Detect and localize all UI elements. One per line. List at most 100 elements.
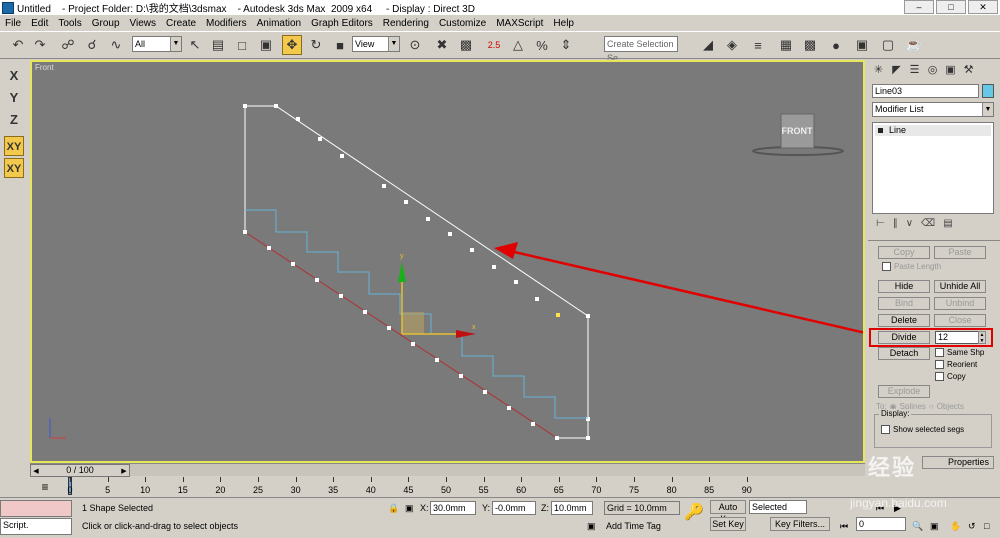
show-selected-segs-checkbox[interactable]: Show selected segs: [881, 425, 964, 434]
menu-customize[interactable]: Customize: [434, 18, 491, 29]
menu-help[interactable]: Help: [548, 18, 579, 29]
vertex[interactable]: [387, 326, 391, 330]
zoom-all-icon[interactable]: ▣: [930, 519, 939, 533]
vertex[interactable]: [411, 342, 415, 346]
axis-xy-button[interactable]: XY: [4, 136, 24, 156]
vertex[interactable]: [507, 406, 511, 410]
go-to-start-icon[interactable]: ⏮: [876, 501, 884, 515]
time-slider-track[interactable]: ◀ 0 / 100 ▶: [30, 463, 865, 477]
remove-modifier-icon[interactable]: ⌫: [921, 218, 935, 234]
vertex[interactable]: [483, 390, 487, 394]
select-link-icon[interactable]: ☍: [58, 35, 78, 55]
menu-file[interactable]: File: [0, 18, 26, 29]
paste-button[interactable]: Paste: [934, 246, 986, 259]
key-mode-selection-dropdown[interactable]: Selected: [749, 500, 807, 514]
viewcube[interactable]: FRONT: [752, 113, 844, 156]
minimize-button[interactable]: –: [904, 0, 934, 14]
vertex[interactable]: [448, 232, 452, 236]
explode-button[interactable]: Explode: [878, 385, 930, 398]
material-editor-icon[interactable]: ●: [826, 35, 846, 55]
app-icon[interactable]: [2, 1, 14, 14]
display-tab-icon[interactable]: ▣: [942, 62, 959, 79]
bind-space-warp-icon[interactable]: ∿: [106, 35, 126, 55]
delete-button[interactable]: Delete: [878, 314, 930, 327]
window-crossing-icon[interactable]: ▣: [256, 35, 276, 55]
vertex[interactable]: [315, 278, 319, 282]
vertex[interactable]: [296, 117, 300, 121]
time-config-icon[interactable]: ⏮: [840, 519, 848, 533]
make-unique-icon[interactable]: ∨: [906, 218, 913, 234]
pivot-center-icon[interactable]: ⊙: [405, 35, 425, 55]
select-and-rotate-icon[interactable]: ↻: [306, 35, 326, 55]
menu-tools[interactable]: Tools: [53, 18, 86, 29]
current-frame-field[interactable]: 0: [856, 517, 906, 531]
hierarchy-tab-icon[interactable]: ☰: [906, 62, 923, 79]
copy-checkbox[interactable]: Copy: [935, 372, 966, 381]
same-shape-checkbox[interactable]: Same Shp: [935, 348, 984, 357]
layer-manager-icon[interactable]: ≡: [748, 35, 768, 55]
render-setup-icon[interactable]: ▣: [852, 35, 872, 55]
select-by-name-icon[interactable]: ▤: [208, 35, 228, 55]
select-and-scale-icon[interactable]: ■: [330, 35, 350, 55]
select-manipulate-icon[interactable]: ✖: [432, 35, 452, 55]
vertex[interactable]: [291, 262, 295, 266]
vertex[interactable]: [274, 104, 278, 108]
vertex[interactable]: [555, 436, 559, 440]
object-name-field[interactable]: Line03: [872, 84, 979, 98]
gizmo-x-arrow[interactable]: [456, 330, 476, 338]
lock-icon[interactable]: 🔒: [388, 501, 399, 515]
spline-outline-top[interactable]: [245, 105, 589, 439]
detach-button[interactable]: Detach: [878, 347, 930, 360]
menu-create[interactable]: Create: [161, 18, 201, 29]
objects-radio[interactable]: ○: [929, 402, 934, 411]
unhide-all-button[interactable]: Unhide All: [934, 280, 986, 293]
vertex[interactable]: [363, 310, 367, 314]
set-key-icon[interactable]: 🔑: [684, 505, 704, 521]
percent-snap-icon[interactable]: %: [532, 35, 552, 55]
axis-z-button[interactable]: Z: [4, 110, 24, 130]
spinner-snap-icon[interactable]: ⇕: [556, 35, 576, 55]
modify-tab-icon[interactable]: ◤: [888, 62, 905, 79]
vertex[interactable]: [459, 374, 463, 378]
object-color-swatch[interactable]: [982, 84, 994, 98]
configure-sets-icon[interactable]: ▤: [943, 218, 952, 234]
vertex[interactable]: [470, 248, 474, 252]
vertex[interactable]: [243, 230, 247, 234]
vertex[interactable]: [535, 297, 539, 301]
unlink-icon[interactable]: ☌: [82, 35, 102, 55]
align-icon[interactable]: ◈: [722, 35, 742, 55]
maximize-button[interactable]: □: [936, 0, 966, 14]
named-selection-set-field[interactable]: Create Selection Se: [604, 36, 678, 63]
add-time-tag[interactable]: Add Time Tag: [606, 519, 661, 533]
vertex[interactable]: [426, 217, 430, 221]
show-end-result-icon[interactable]: ∥: [893, 218, 898, 234]
menu-animation[interactable]: Animation: [252, 18, 306, 29]
key-filters-button[interactable]: Key Filters...: [770, 517, 830, 531]
axis-y-button[interactable]: Y: [4, 88, 24, 108]
add-time-tag-icon[interactable]: ▣: [587, 519, 596, 533]
properties-rollout[interactable]: Properties: [922, 456, 994, 469]
track-bar[interactable]: 0 5 10 15 20 25 30 35 40 45 50 55 60 65 70 75 80 85 90: [60, 477, 865, 497]
menu-modifiers[interactable]: Modifiers: [201, 18, 252, 29]
mini-curve-editor-icon[interactable]: ≡: [30, 477, 60, 497]
maxscript-listener-input[interactable]: Script.: [0, 518, 72, 535]
curve-editor-icon[interactable]: ▦: [776, 35, 796, 55]
vertex[interactable]: [382, 184, 386, 188]
vertex[interactable]: [531, 422, 535, 426]
x-coord-field[interactable]: 30.0mm: [430, 501, 476, 515]
angle-snap-icon[interactable]: △: [508, 35, 528, 55]
maxscript-listener-output[interactable]: [0, 500, 72, 517]
play-icon[interactable]: ▶: [894, 501, 901, 515]
menu-group[interactable]: Group: [87, 18, 125, 29]
create-tab-icon[interactable]: ✳: [870, 62, 887, 79]
paste-length-checkbox[interactable]: Paste Length: [882, 262, 941, 271]
keyboard-shortcut-icon[interactable]: ▩: [456, 35, 476, 55]
select-object-icon[interactable]: ↖: [185, 35, 205, 55]
vertex[interactable]: [318, 137, 322, 141]
pin-stack-icon[interactable]: ⊢: [876, 218, 885, 234]
set-key-button[interactable]: Set Key: [710, 517, 746, 531]
z-coord-field[interactable]: 10.0mm: [551, 501, 593, 515]
orbit-icon[interactable]: ↺: [968, 519, 976, 533]
time-slider[interactable]: ◀ 0 / 100 ▶: [30, 464, 130, 477]
unbind-button[interactable]: Unbind: [934, 297, 986, 310]
